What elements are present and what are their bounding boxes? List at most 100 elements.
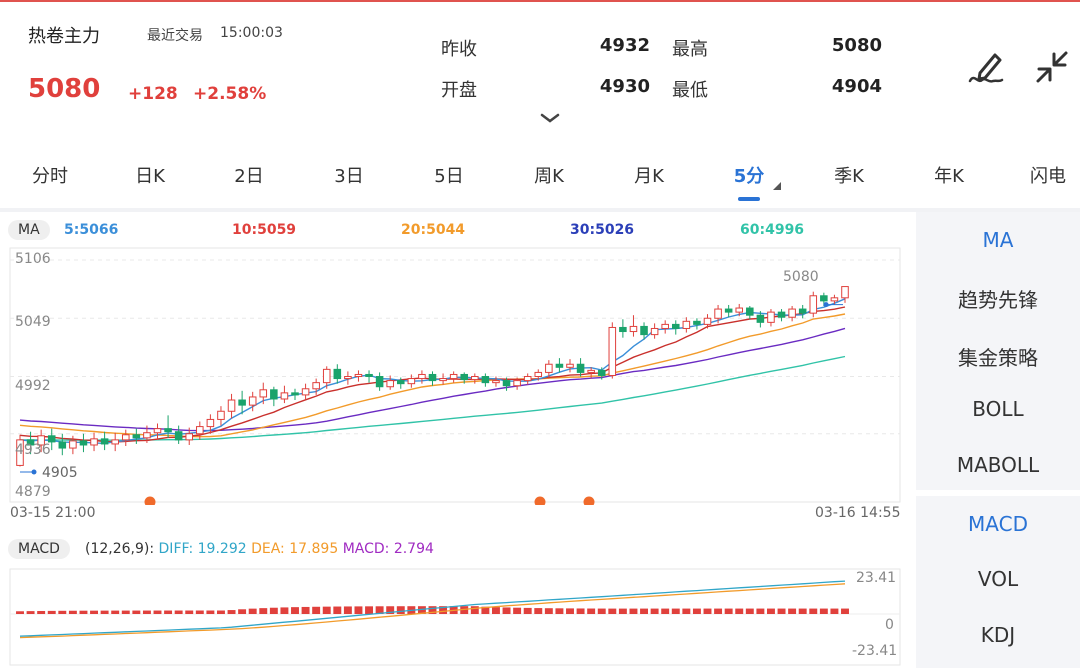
side-item-boll[interactable]: BOLL: [916, 397, 1080, 421]
macd-bar-up: [90, 610, 99, 614]
candle-up: [471, 376, 479, 381]
candle-down: [460, 373, 469, 381]
chevron-down-icon[interactable]: [540, 112, 560, 124]
macd-bar-up: [777, 608, 786, 614]
low-marker-dot: [31, 469, 37, 475]
candle-up: [386, 380, 394, 388]
side-item-vol[interactable]: VOL: [916, 567, 1080, 591]
macd-bar-up: [195, 610, 204, 614]
ma60-line: [19, 355, 846, 441]
macd-bar-up: [37, 610, 46, 614]
tab-quarterly-k[interactable]: 季K: [834, 162, 864, 188]
tab-2day[interactable]: 2日: [234, 162, 263, 188]
side-item-macd[interactable]: MACD: [916, 512, 1080, 536]
candle-down: [502, 380, 511, 387]
kline-chart[interactable]: [0, 245, 916, 505]
macd-bar-up: [16, 611, 24, 614]
event-marker-dot: [534, 496, 546, 505]
candle-up: [566, 363, 574, 368]
tab-5min[interactable]: 5分: [734, 162, 765, 188]
candle-up: [439, 378, 447, 382]
candle-down: [724, 308, 733, 313]
candle-down: [746, 307, 754, 316]
candle-down: [291, 392, 299, 396]
candle-down: [619, 326, 627, 333]
macd-chart[interactable]: [0, 566, 916, 668]
high-label: 最高: [672, 39, 708, 60]
high-annotation: 5080: [783, 269, 819, 285]
candle-up: [280, 392, 289, 400]
tab-yearly-k[interactable]: 年K: [934, 162, 964, 188]
event-marker-dot: [144, 496, 156, 505]
period-dropdown-icon[interactable]: [773, 182, 781, 190]
candle-up: [841, 286, 849, 299]
tab-5day[interactable]: 5日: [434, 162, 463, 188]
macd-label: MACD:: [342, 541, 390, 557]
macd-bar-up: [798, 608, 807, 614]
macd-bar-up: [661, 608, 670, 614]
candle-up: [301, 388, 310, 396]
macd-bar-up: [618, 608, 627, 614]
candle-down: [375, 376, 384, 388]
candle-up: [354, 373, 363, 378]
candle-up: [418, 373, 426, 380]
ma-indicator-pill[interactable]: MA: [8, 220, 50, 240]
candle-down: [693, 320, 701, 325]
candle-down: [333, 368, 342, 380]
macd-y-tick-bottom: -23.41: [852, 643, 898, 659]
candle-up: [523, 376, 532, 382]
side-item-kdj[interactable]: KDJ: [916, 623, 1080, 647]
tab-lightning[interactable]: 闪电: [1030, 162, 1066, 188]
candle-down: [798, 308, 807, 314]
prev-close-value: 4932: [599, 35, 650, 56]
side-item-ma[interactable]: MA: [916, 228, 1080, 252]
signature-pen-icon[interactable]: [966, 46, 1006, 86]
macd-bar-up: [365, 606, 374, 614]
macd-bar-up: [692, 608, 701, 614]
macd-bar-up: [576, 608, 585, 614]
candle-up: [703, 317, 712, 325]
candle-down: [174, 431, 183, 441]
candle-down: [820, 295, 828, 302]
price-change: +128: [128, 84, 178, 104]
price-change-pct: +2.58%: [193, 84, 267, 104]
macd-y-tick-top: 23.41: [856, 570, 897, 586]
candle-up: [492, 380, 500, 384]
ma60-value: 60:4996: [740, 222, 805, 238]
candle-up: [714, 308, 722, 319]
macd-indicator-pill[interactable]: MACD: [8, 539, 70, 559]
macd-bar-up: [280, 607, 289, 614]
macd-bar-up: [174, 610, 183, 614]
high-marker-dot: [823, 302, 829, 308]
macd-bar-up: [354, 606, 363, 614]
collapse-arrows-icon[interactable]: [1033, 48, 1071, 86]
candle-up: [735, 307, 744, 313]
candle-up: [90, 438, 98, 446]
candle-down: [576, 363, 585, 373]
active-tab-indicator: [738, 197, 760, 201]
tab-daily-k[interactable]: 日K: [135, 162, 165, 188]
side-item-gold-strategy[interactable]: 集金策略: [916, 342, 1080, 371]
candle-up: [545, 363, 553, 373]
candle-down: [640, 325, 648, 336]
indicator-side-panel: [916, 212, 1080, 668]
side-item-maboll[interactable]: MABOLL: [916, 453, 1080, 477]
macd-bar-up: [640, 608, 649, 614]
candle-up: [259, 389, 268, 398]
tab-3day[interactable]: 3日: [334, 162, 363, 188]
ma5-value: 5:5066: [64, 222, 119, 238]
candle-down: [555, 363, 564, 368]
tab-monthly-k[interactable]: 月K: [634, 162, 664, 188]
macd-bar-up: [132, 610, 141, 614]
candle-down: [396, 380, 405, 385]
y-tick-3: 4992: [15, 378, 51, 394]
candle-up: [682, 320, 691, 329]
macd-bar-up: [259, 608, 268, 614]
macd-bar-up: [671, 608, 680, 614]
macd-bar-up: [470, 606, 479, 614]
side-item-trend-pioneer[interactable]: 趋势先锋: [916, 284, 1080, 313]
tab-intraday[interactable]: 分时: [32, 162, 68, 188]
tab-weekly-k[interactable]: 周K: [534, 162, 564, 188]
candle-up: [534, 371, 543, 378]
candle-up: [344, 376, 352, 380]
